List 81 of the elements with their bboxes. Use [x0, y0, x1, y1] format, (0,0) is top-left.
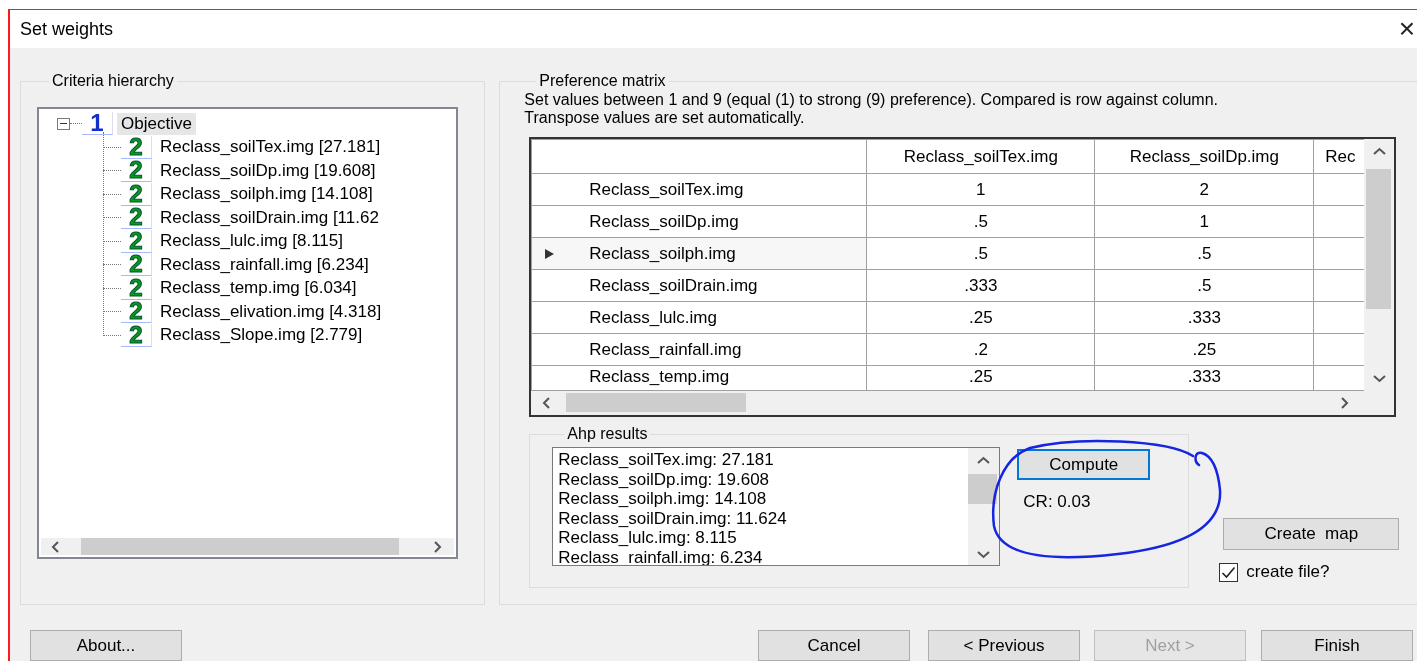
level-badge: 2: [121, 182, 152, 206]
compute-button[interactable]: Compute: [1017, 449, 1151, 480]
chevron-up-icon[interactable]: [977, 456, 991, 465]
level-badge: 2: [121, 300, 152, 324]
chevron-right-icon[interactable]: [1340, 397, 1350, 409]
tree-item[interactable]: Objective: [117, 112, 196, 135]
horizontal-scrollbar[interactable]: [531, 391, 1395, 415]
scrollbar-thumb[interactable]: [566, 393, 747, 412]
list-item[interactable]: Reclass_soilTex.img: 27.181: [558, 450, 774, 470]
create-map-button[interactable]: Create map: [1223, 518, 1400, 550]
dialog-button[interactable]: < Previous: [928, 630, 1080, 661]
scrollbar-thumb[interactable]: [1366, 169, 1392, 309]
dialog-button[interactable]: About...: [30, 630, 182, 661]
row-header: Reclass_temp.img: [589, 367, 730, 386]
tree-item[interactable]: Reclass_elivation.img [4.318]: [156, 300, 386, 323]
chevron-down-icon[interactable]: [1373, 374, 1387, 383]
list-item[interactable]: Reclass_soilph.img: 14.108: [558, 489, 767, 509]
tree-item[interactable]: Reclass_lulc.img [8.115]: [156, 230, 347, 253]
table-cell[interactable]: .5: [973, 243, 988, 263]
row-header: Reclass_soilDrain.img: [589, 275, 758, 295]
table-cell[interactable]: 1: [1199, 211, 1210, 231]
checkbox-label[interactable]: create file?: [1246, 562, 1330, 582]
level-badge: 2: [121, 159, 152, 183]
checkbox[interactable]: [1219, 562, 1239, 582]
level-badge: 2: [121, 135, 152, 159]
level-badge: 2: [121, 206, 152, 230]
row-header: Reclass_lulc.img: [589, 307, 717, 327]
level-badge: 2: [121, 253, 152, 277]
list-item[interactable]: Reclass_soilDp.img: 19.608: [558, 469, 770, 489]
tree-item[interactable]: Reclass_soilDrain.img [11.62: [156, 206, 383, 229]
tree-item[interactable]: Reclass_soilDp.img [19.608]: [156, 159, 380, 182]
table-cell[interactable]: .25: [1192, 339, 1217, 359]
level-badge: 2: [121, 323, 152, 347]
chevron-up-icon[interactable]: [1373, 147, 1387, 156]
dialog-button[interactable]: Finish: [1261, 630, 1413, 661]
table-cell[interactable]: .5: [973, 211, 988, 231]
dialog-button[interactable]: Cancel: [758, 630, 910, 661]
table-cell[interactable]: .333: [1187, 367, 1221, 386]
table-cell[interactable]: .333: [1187, 307, 1221, 327]
tree-item[interactable]: Reclass_soilTex.img [27.181]: [156, 136, 385, 159]
table-cell[interactable]: 1: [976, 179, 986, 199]
level-badge: 2: [121, 276, 152, 300]
table-cell[interactable]: .5: [1197, 243, 1212, 263]
row-header: Reclass_soilDp.img: [589, 211, 739, 231]
level-badge: 1: [82, 112, 113, 136]
column-header[interactable]: Reclass_soilTex.img: [866, 139, 1095, 174]
chevron-right-icon[interactable]: [433, 541, 442, 553]
instructions-text: Set values between 1 and 9 (equal (1) to strong (9) preference). Compared is row against column. Transpose values are set automatically.: [524, 91, 1220, 127]
scrollbar-thumb[interactable]: [81, 538, 399, 555]
group-title: Criteria hierarchy: [51, 72, 175, 90]
list-item[interactable]: Reclass_lulc.img: 8.115: [558, 528, 737, 548]
scrollbar-thumb[interactable]: [968, 474, 998, 504]
close-button[interactable]: ×: [1398, 15, 1415, 43]
table-cell[interactable]: .25: [969, 367, 993, 386]
table-cell[interactable]: .333: [964, 275, 998, 295]
tree-item[interactable]: Reclass_rainfall.img [6.234]: [156, 253, 373, 276]
collapse-icon[interactable]: [57, 117, 70, 130]
row-header: Reclass_rainfall.img: [589, 339, 742, 359]
column-header[interactable]: Reclass_soilDp.img: [1094, 139, 1314, 174]
table-cell[interactable]: .2: [973, 339, 988, 359]
group-title: Preference matrix: [538, 72, 667, 90]
consistency-ratio: CR: 0.03: [1023, 492, 1092, 512]
level-badge: 2: [121, 229, 152, 253]
current-row-header[interactable]: Reclass_soilph.img: [531, 237, 867, 270]
chevron-down-icon[interactable]: [977, 550, 991, 559]
row-header: Reclass_soilph.img: [589, 243, 736, 263]
chevron-left-icon[interactable]: [542, 397, 552, 409]
table-cell[interactable]: .25: [969, 307, 993, 327]
table-cell[interactable]: .5: [1197, 275, 1212, 295]
vertical-scrollbar[interactable]: [1364, 139, 1395, 391]
group-title: Ahp results: [566, 425, 649, 443]
horizontal-scrollbar[interactable]: [41, 538, 454, 555]
list-item[interactable]: Reclass_soilDrain.img: 11.624: [558, 508, 787, 528]
vertical-scrollbar[interactable]: [968, 448, 1000, 565]
table-cell[interactable]: 2: [1199, 179, 1210, 199]
tree-item[interactable]: Reclass_soilph.img [14.108]: [156, 183, 377, 206]
window-title: Set weights: [20, 18, 114, 40]
tree-item[interactable]: Reclass_temp.img [6.034]: [156, 277, 361, 300]
chevron-left-icon[interactable]: [51, 541, 60, 553]
tree-item[interactable]: Reclass_Slope.img [2.779]: [156, 324, 367, 347]
row-header: Reclass_soilTex.img: [589, 179, 744, 199]
